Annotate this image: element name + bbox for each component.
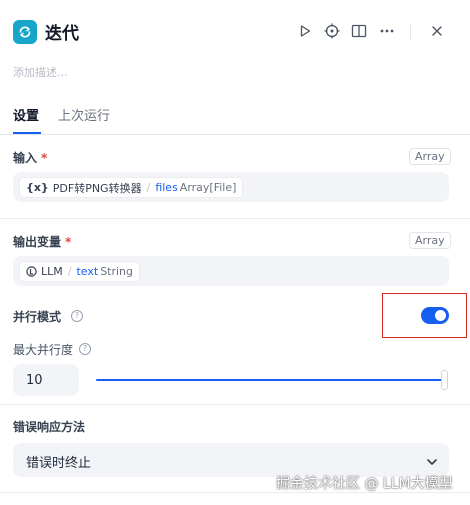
input-type-badge: Array bbox=[409, 148, 451, 165]
output-type-badge: Array bbox=[409, 232, 451, 249]
variable-type: String bbox=[100, 265, 134, 278]
error-method-label: 错误响应方法 bbox=[13, 420, 86, 434]
slider-handle[interactable] bbox=[441, 370, 448, 390]
variable-icon: {x} bbox=[26, 181, 49, 194]
book-icon[interactable] bbox=[349, 21, 369, 41]
required-mark: * bbox=[41, 151, 48, 165]
llm-icon bbox=[26, 266, 37, 277]
output-variable-selector[interactable]: LLM / text String bbox=[13, 256, 449, 286]
variable-name: files bbox=[155, 181, 178, 194]
output-label: 输出变量 * bbox=[13, 235, 72, 249]
selected-value: 错误时终止 bbox=[26, 456, 92, 471]
output-variable-chip[interactable]: LLM / text String bbox=[19, 261, 141, 282]
highlight-box bbox=[382, 293, 467, 338]
help-icon[interactable]: ? bbox=[79, 343, 91, 355]
header-divider bbox=[410, 24, 411, 40]
tab-last-run[interactable]: 上次运行 bbox=[58, 105, 110, 124]
active-tab-indicator bbox=[13, 132, 41, 134]
node-header: 迭代 bbox=[0, 0, 470, 64]
source-node-name: PDF转PNG转换器 bbox=[52, 181, 142, 195]
locate-icon[interactable] bbox=[322, 21, 342, 41]
max-parallel-label: 最大并行度 bbox=[13, 343, 74, 357]
close-icon[interactable] bbox=[427, 21, 447, 41]
max-parallel-input[interactable] bbox=[13, 364, 79, 396]
loop-icon bbox=[13, 20, 37, 44]
chevron-down-icon bbox=[426, 453, 438, 472]
tab-bar: 设置 上次运行 bbox=[0, 100, 470, 135]
section-divider bbox=[0, 218, 470, 219]
variable-name: text bbox=[76, 265, 99, 278]
more-icon[interactable] bbox=[377, 21, 397, 41]
parallel-mode-label: 并行模式 bbox=[13, 310, 62, 324]
variable-type: Array[File] bbox=[179, 181, 237, 194]
required-mark: * bbox=[65, 235, 72, 249]
play-icon[interactable] bbox=[295, 21, 315, 41]
input-label: 输入 * bbox=[13, 151, 48, 165]
watermark: 掘金技术社区 @ LLM大模型 bbox=[276, 476, 453, 492]
section-divider bbox=[0, 404, 470, 405]
error-method-select[interactable]: 错误时终止 bbox=[13, 443, 449, 477]
description-input[interactable]: 添加描述... bbox=[13, 64, 68, 80]
input-variable-chip[interactable]: {x} PDF转PNG转换器 / files Array[File] bbox=[19, 177, 244, 198]
path-separator: / bbox=[146, 181, 151, 194]
source-node-name: LLM bbox=[41, 265, 63, 278]
tab-settings[interactable]: 设置 bbox=[13, 105, 39, 124]
input-variable-selector[interactable]: {x} PDF转PNG转换器 / files Array[File] bbox=[13, 172, 449, 202]
max-parallel-slider[interactable] bbox=[96, 379, 444, 381]
node-title[interactable]: 迭代 bbox=[45, 19, 79, 44]
help-icon[interactable]: ? bbox=[71, 310, 83, 322]
path-separator: / bbox=[67, 265, 72, 278]
